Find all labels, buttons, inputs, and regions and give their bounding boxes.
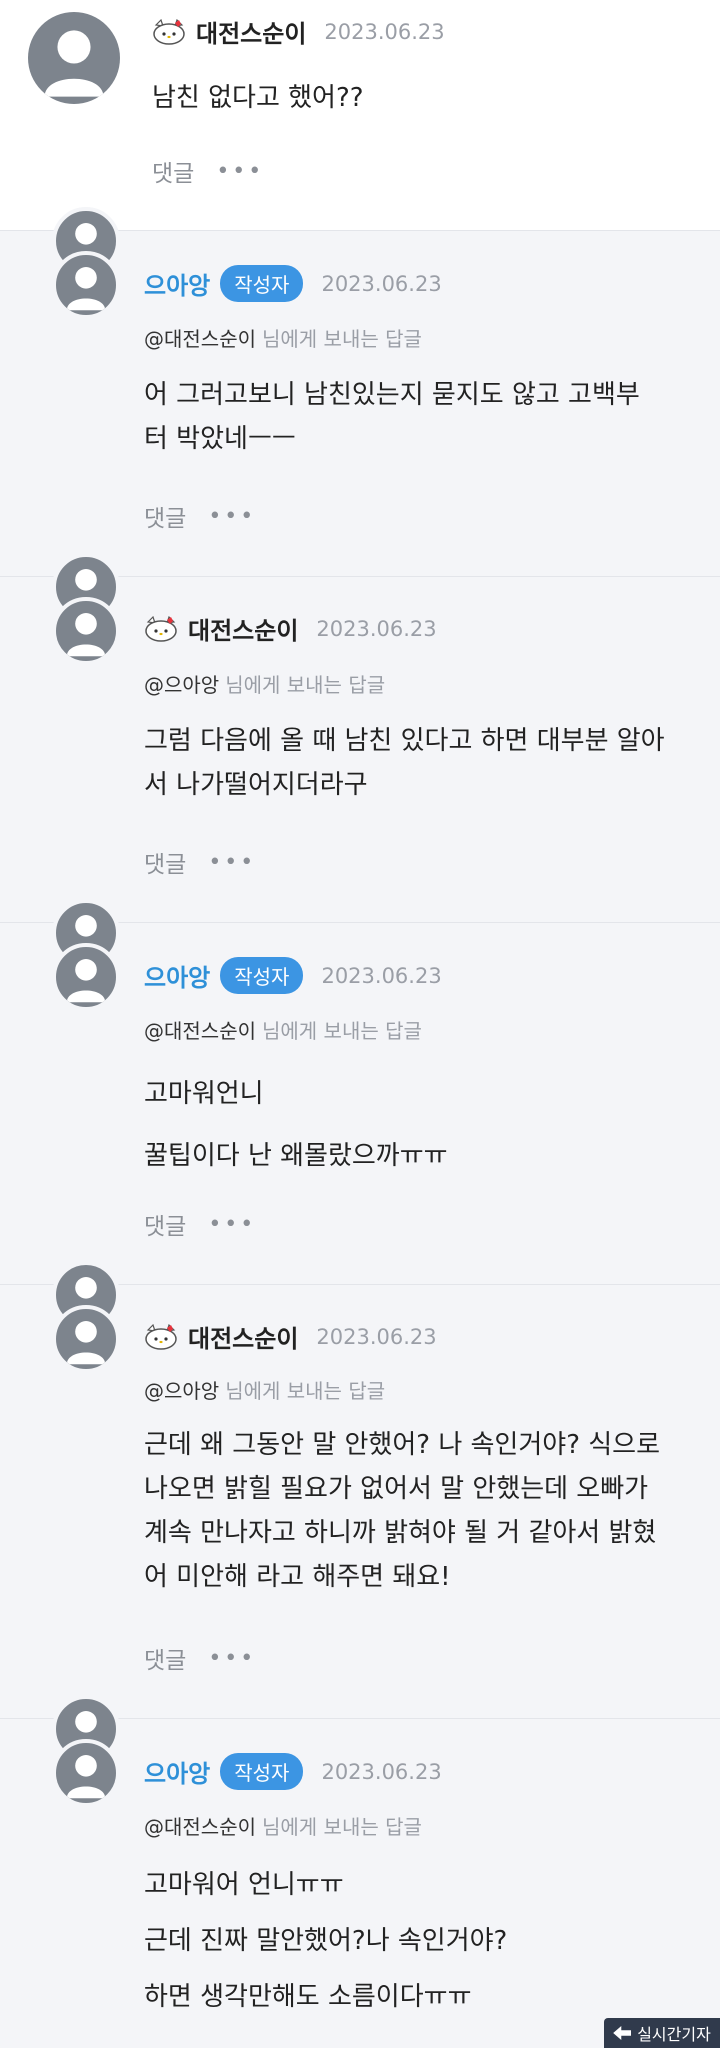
reply-comment: 으아앙 작성자 2023.06.23 @대전스순이 님에게 보내는 답글 고마워언…: [0, 899, 720, 1284]
comment-line: 근데 왜 그동안 말 안했어? 나 속인거야? 식으로: [144, 1430, 661, 1460]
reply-button[interactable]: 댓글: [144, 1207, 186, 1241]
comment-line: 어 그러고보니 남친있는지 묻지도 않고 고백부: [144, 380, 640, 410]
comment-author[interactable]: 대전스순이: [188, 611, 298, 646]
comment-line: 남친 없다고 했어??: [152, 83, 364, 113]
reply-comment: 대전스순이 2023.06.23 @으아앙 님에게 보내는 답글 근데 왜 그동안…: [0, 1261, 720, 1718]
comment-line: 어 미안해 라고 해주면 돼요!: [144, 1562, 451, 1592]
comment-date: 2023.06.23: [324, 19, 445, 44]
mention-suffix: 님에게 보내는 답글: [262, 1019, 422, 1043]
reply-comment: 대전스순이 2023.06.23 @으아앙 님에게 보내는 답글 그럼 다음에 올…: [0, 553, 720, 922]
avatar[interactable]: [52, 1305, 120, 1373]
watermark: 실시간기자: [604, 2018, 720, 2048]
comment-body: 그럼 다음에 올 때 남친 있다고 하면 대부분 알아 서 나가떨어지더라구: [144, 719, 665, 807]
comment-body: 고마워어 언니ㅠㅠ 근데 진짜 말안했어?나 속인거야? 하면 생각만해도 소름…: [144, 1857, 507, 2025]
comment-date: 2023.06.23: [321, 963, 442, 988]
avatar[interactable]: [52, 597, 120, 665]
comment-line: 나오면 밝힐 필요가 없어서 말 안했는데 오빠가: [144, 1474, 649, 1504]
more-options-icon[interactable]: •••: [208, 850, 256, 875]
more-options-icon[interactable]: •••: [208, 504, 256, 529]
comment-date: 2023.06.23: [316, 616, 437, 641]
comment-line: 계속 만나자고 하니까 밝혀야 될 거 같아서 밝혔: [144, 1518, 657, 1548]
hello-kitty-icon: [145, 615, 177, 642]
reply-button[interactable]: 댓글: [144, 1641, 186, 1675]
avatar[interactable]: [52, 1739, 120, 1807]
comment-author[interactable]: 으아앙: [144, 958, 210, 993]
comment-author[interactable]: 대전스순이: [196, 14, 306, 49]
watermark-logo-icon: [613, 2026, 632, 2040]
mention-suffix: 님에게 보내는 답글: [262, 327, 422, 351]
comment-date: 2023.06.23: [321, 1759, 442, 1784]
more-options-icon[interactable]: •••: [208, 1212, 256, 1237]
watermark-text: 실시간기자: [637, 2025, 711, 2044]
comment-line: 고마워언니: [144, 1079, 264, 1109]
comment-date: 2023.06.23: [316, 1324, 437, 1349]
author-badge: 작성자: [220, 265, 304, 302]
comment-line: 고마워어 언니ㅠㅠ: [144, 1870, 344, 1900]
comment-line: 꿀팁이다 난 왜몰랐으까ㅠㅠ: [144, 1141, 448, 1171]
mention-link[interactable]: @대전스순이: [144, 1019, 256, 1043]
comment-line: 그럼 다음에 올 때 남친 있다고 하면 대부분 알아: [144, 726, 665, 756]
more-options-icon[interactable]: •••: [216, 159, 264, 184]
mention-link[interactable]: @으아앙: [144, 1379, 219, 1403]
mention-link[interactable]: @으아앙: [144, 673, 219, 697]
comment-line: 터 박았네ㅡㅡ: [144, 424, 296, 454]
avatar[interactable]: [52, 943, 120, 1011]
comment-line: 하면 생각만해도 소름이다ㅠㅠ: [144, 1982, 472, 2012]
author-badge: 작성자: [220, 957, 304, 994]
hello-kitty-icon: [145, 1323, 177, 1350]
reply-button[interactable]: 댓글: [144, 499, 186, 533]
more-options-icon[interactable]: •••: [208, 1646, 256, 1671]
reply-comment: 으아앙 작성자 2023.06.23 @대전스순이 님에게 보내는 답글 고마워어…: [0, 1695, 720, 2048]
reply-button[interactable]: 댓글: [144, 845, 186, 879]
mention-link[interactable]: @대전스순이: [144, 327, 256, 351]
avatar[interactable]: [52, 251, 120, 319]
reply-comment: 으아앙 작성자 2023.06.23 @대전스순이 님에게 보내는 답글 어 그러…: [0, 207, 720, 576]
comment-author[interactable]: 으아앙: [144, 1754, 210, 1789]
comment-body: 근데 왜 그동안 말 안했어? 나 속인거야? 식으로 나오면 밝힐 필요가 없…: [144, 1423, 660, 1599]
avatar[interactable]: [28, 12, 120, 104]
mention-suffix: 님에게 보내는 답글: [225, 1379, 386, 1403]
comment-body: 어 그러고보니 남친있는지 묻지도 않고 고백부 터 박았네ㅡㅡ: [144, 373, 640, 461]
mention-suffix: 님에게 보내는 답글: [225, 673, 386, 697]
comment-author[interactable]: 으아앙: [144, 266, 210, 301]
comment-body: 고마워언니 꿀팁이다 난 왜몰랐으까ㅠㅠ: [144, 1063, 448, 1187]
author-badge: 작성자: [220, 1753, 304, 1790]
reply-button[interactable]: 댓글: [152, 154, 194, 188]
comment: 대전스순이 2023.06.23 남친 없다고 했어?? 댓글 •••: [0, 0, 720, 230]
comment-body: 남친 없다고 했어??: [152, 76, 364, 120]
comment-author[interactable]: 대전스순이: [188, 1319, 298, 1354]
comment-date: 2023.06.23: [321, 271, 442, 296]
mention-link[interactable]: @대전스순이: [144, 1815, 256, 1839]
hello-kitty-icon: [153, 18, 185, 45]
comment-line: 서 나가떨어지더라구: [144, 770, 368, 800]
mention-suffix: 님에게 보내는 답글: [262, 1815, 422, 1839]
comment-line: 근데 진짜 말안했어?나 속인거야?: [144, 1926, 508, 1956]
